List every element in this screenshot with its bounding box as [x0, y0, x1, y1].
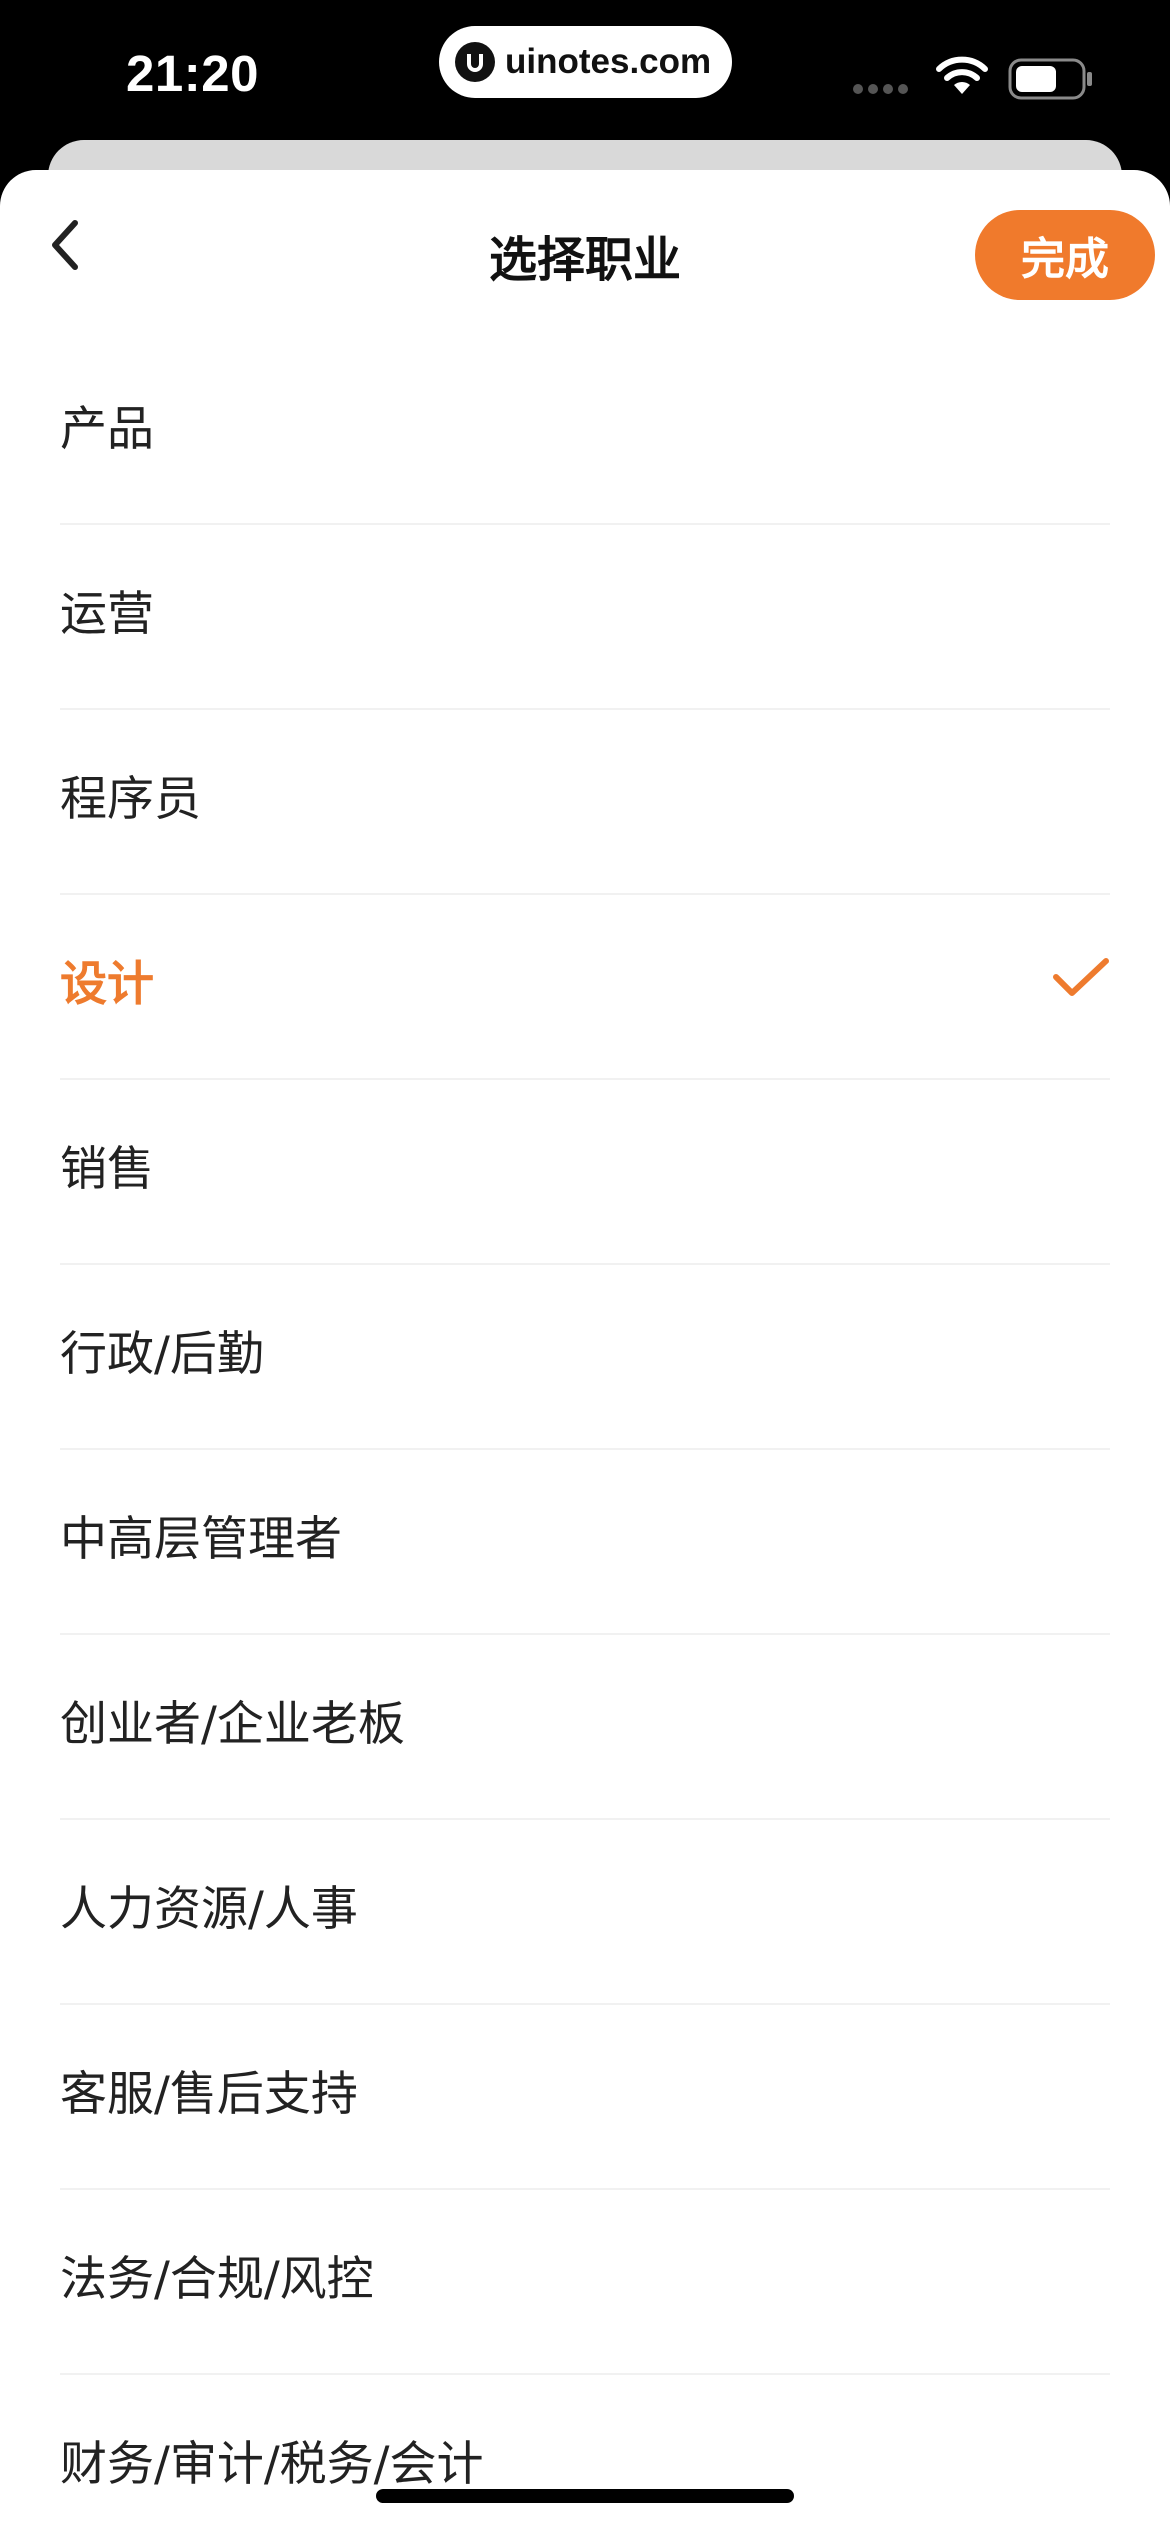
- list-item-label: 行政/后勤: [60, 1326, 264, 1382]
- status-time: 21:20: [126, 45, 259, 102]
- list-item-label: 设计: [60, 956, 154, 1012]
- wifi-icon: [935, 56, 989, 100]
- list-item-occupation[interactable]: 人力资源/人事: [60, 1820, 1110, 2005]
- list-item-label: 财务/审计/税务/会计: [60, 2436, 484, 2492]
- list-item-label: 运营: [60, 586, 154, 642]
- list-item-occupation[interactable]: 运营: [60, 525, 1110, 710]
- done-button[interactable]: 完成: [975, 210, 1155, 300]
- list-item-occupation[interactable]: 行政/后勤: [60, 1265, 1110, 1450]
- watermark-text: uinotes.com: [505, 42, 712, 81]
- list-item-label: 中高层管理者: [60, 1511, 342, 1567]
- list-item-label: 法务/合规/风控: [60, 2251, 374, 2307]
- list-item-occupation[interactable]: 财务/审计/税务/会计: [60, 2375, 1110, 2532]
- list-item-occupation[interactable]: 法务/合规/风控: [60, 2190, 1110, 2375]
- list-item-occupation[interactable]: 创业者/企业老板: [60, 1635, 1110, 1820]
- list-item-label: 程序员: [60, 771, 201, 827]
- occupation-list: 产品 运营 程序员 设计 销售 行政/后勤 中高层管理者 创业者/企业老板 人力…: [60, 340, 1110, 2532]
- list-item-label: 人力资源/人事: [60, 1881, 358, 1937]
- list-item-occupation-selected[interactable]: 设计: [60, 895, 1110, 1080]
- checkmark-icon: [1052, 957, 1110, 1003]
- status-bar: 21:20 uinotes.com: [0, 0, 1170, 160]
- list-item-label: 客服/售后支持: [60, 2066, 358, 2122]
- sheet-header: 选择职业 完成: [0, 170, 1170, 340]
- list-item-occupation[interactable]: 中高层管理者: [60, 1450, 1110, 1635]
- list-item-label: 产品: [60, 401, 154, 457]
- occupation-sheet: 选择职业 完成 产品 运营 程序员 设计 销售 行政/后勤 中高层管理者 创业者…: [0, 170, 1170, 2532]
- list-item-occupation[interactable]: 产品: [60, 340, 1110, 525]
- list-item-occupation[interactable]: 销售: [60, 1080, 1110, 1265]
- uinotes-logo-icon: [455, 42, 495, 82]
- list-item-occupation[interactable]: 程序员: [60, 710, 1110, 895]
- home-indicator[interactable]: [376, 2489, 794, 2503]
- list-item-label: 创业者/企业老板: [60, 1696, 405, 1752]
- list-item-occupation[interactable]: 客服/售后支持: [60, 2005, 1110, 2190]
- list-item-label: 销售: [60, 1141, 154, 1197]
- watermark-badge: uinotes.com: [439, 26, 732, 98]
- cellular-signal-icon: [853, 84, 908, 94]
- battery-icon: [1008, 58, 1094, 104]
